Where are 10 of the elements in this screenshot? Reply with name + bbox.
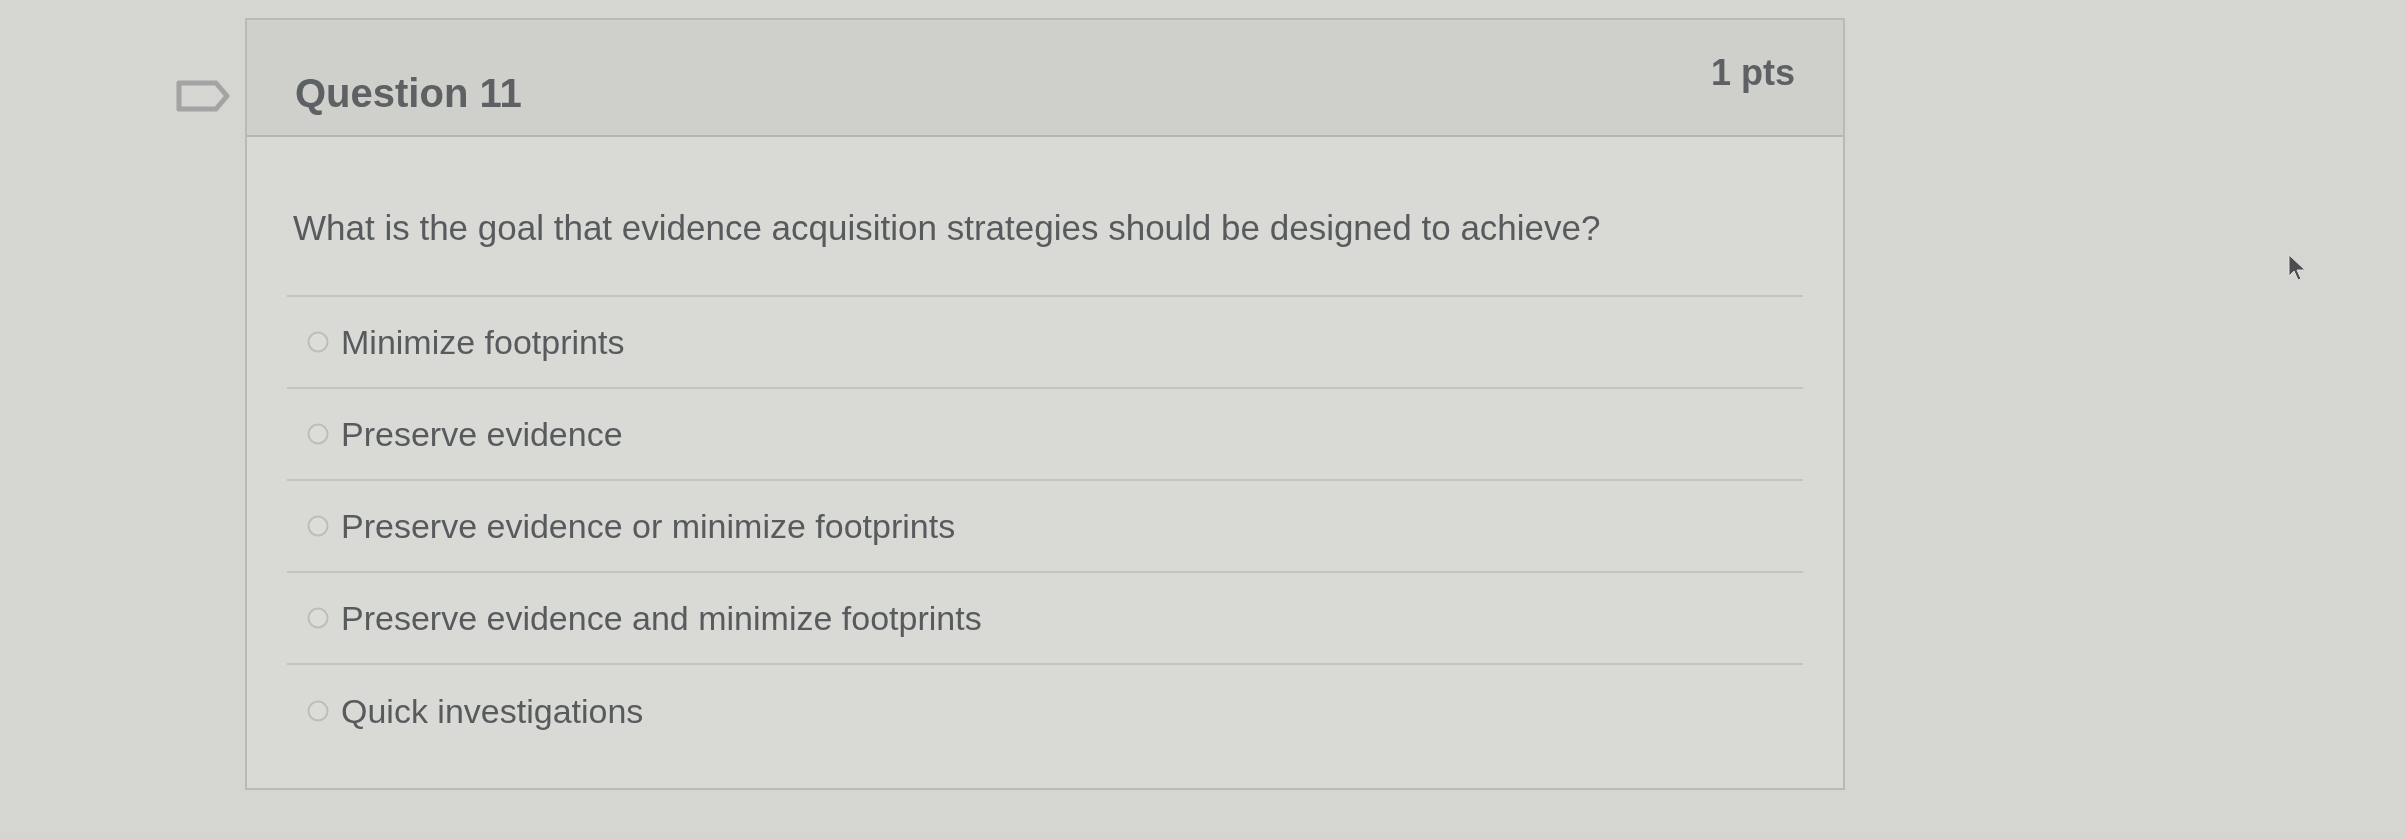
answer-option[interactable]: Minimize footprints bbox=[287, 297, 1803, 389]
flag-icon[interactable] bbox=[176, 80, 230, 112]
answer-option[interactable]: Preserve evidence and minimize footprints bbox=[287, 573, 1803, 665]
question-text: What is the goal that evidence acquisition strategies should be designed to achieve? bbox=[293, 208, 1601, 247]
question-title: Question 11 bbox=[295, 70, 522, 116]
answer-option[interactable]: Preserve evidence or minimize footprints bbox=[287, 481, 1803, 573]
answer-option[interactable]: Preserve evidence bbox=[287, 389, 1803, 481]
answer-option[interactable]: Quick investigations bbox=[287, 665, 1803, 757]
points-label: 1 pts bbox=[1710, 52, 1795, 94]
mouse-pointer-icon bbox=[2288, 254, 2308, 282]
